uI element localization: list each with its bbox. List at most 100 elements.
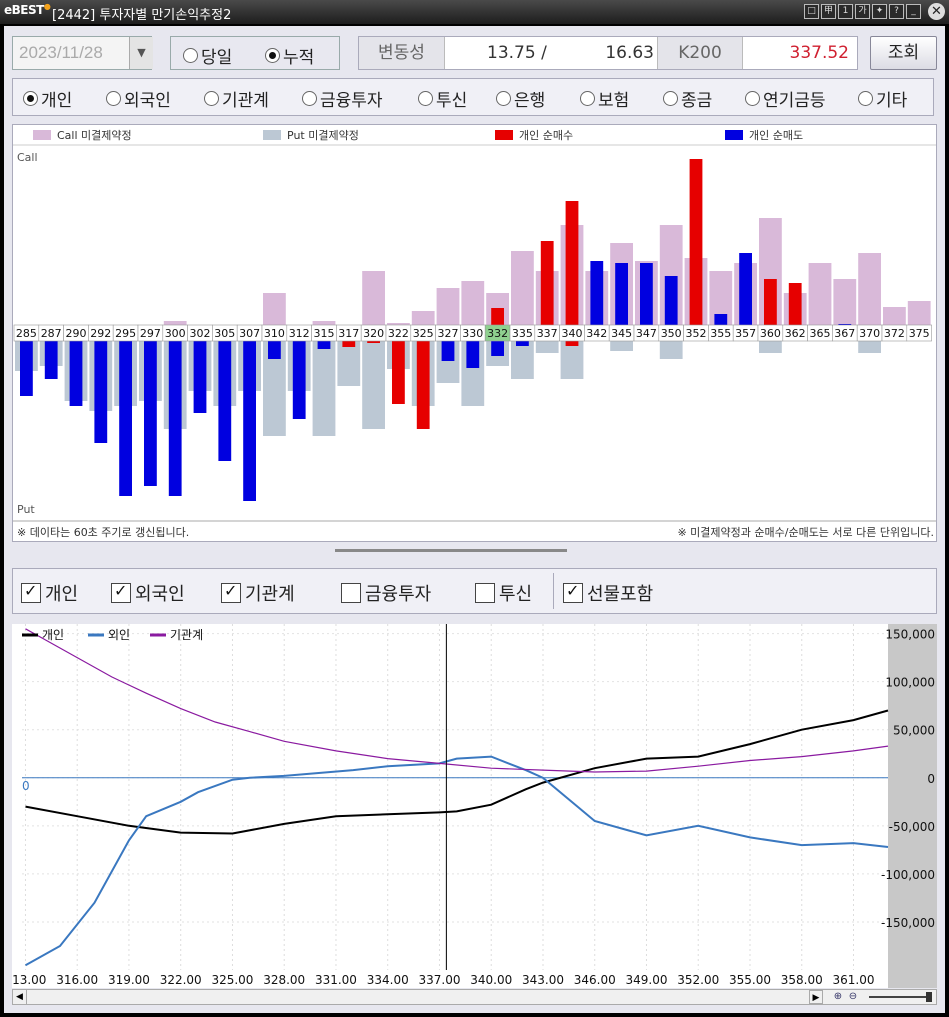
strike-label: 340: [562, 327, 583, 340]
checkbox-icon[interactable]: [21, 581, 41, 603]
window-pin-button[interactable]: 甲: [821, 4, 836, 19]
legend-swatch: [495, 130, 513, 140]
series-line-1: [25, 755, 889, 967]
strike-label: 352: [686, 327, 707, 340]
series-checkbox-4[interactable]: 투신: [475, 580, 532, 606]
investor-label: 은행: [514, 91, 546, 111]
series-checkbox-5[interactable]: 선물포함: [563, 580, 653, 606]
radio-icon[interactable]: [183, 48, 198, 63]
strike-label: 367: [834, 327, 855, 340]
radio-icon[interactable]: [745, 91, 760, 106]
scroll-right-icon[interactable]: ▶: [809, 990, 823, 1004]
series-checkbox-2[interactable]: 기관계: [221, 580, 295, 606]
expiry-pnl-chart-svg: 150,000 100,000 50,000 0 -50,000 -100,000 -150…: [4, 624, 937, 988]
inquiry-button[interactable]: 조회: [870, 36, 937, 70]
strike-label: 330: [462, 327, 483, 340]
series-checkbox-1[interactable]: 외국인: [111, 580, 185, 606]
checkbox-label: 외국인: [135, 584, 185, 605]
individual-put-bar: [168, 341, 182, 496]
investor-label: 보험: [598, 91, 630, 111]
zoom-out-icon[interactable]: ⊖: [846, 990, 860, 1004]
chevron-down-icon[interactable]: ▼: [129, 37, 153, 69]
window-settings-button[interactable]: ✦: [872, 4, 887, 19]
radio-cumulative[interactable]: 누적: [265, 43, 314, 68]
investor-radio-6[interactable]: 보험: [580, 86, 629, 111]
close-icon[interactable]: ✕: [928, 3, 945, 20]
splitter-handle[interactable]: [335, 549, 567, 552]
individual-put-bar: [119, 341, 132, 496]
investor-radio-8[interactable]: 연기금등: [745, 86, 826, 111]
investor-radio-4[interactable]: 투신: [418, 86, 467, 111]
legend-label: 기관계: [170, 628, 203, 642]
call-oi-bar: [858, 253, 881, 333]
legend-swatch: [725, 130, 743, 140]
period-selector: 당일 누적: [170, 36, 340, 70]
radio-icon[interactable]: [496, 91, 511, 106]
logo-text: BEST: [11, 3, 45, 17]
radio-daily[interactable]: 당일: [183, 43, 232, 68]
individual-call-bar: [590, 261, 604, 333]
individual-put-bar: [44, 341, 58, 379]
put-oi-bar: [610, 341, 633, 351]
radio-icon[interactable]: [418, 91, 433, 106]
date-picker[interactable]: 2023/11/28 ▼: [12, 36, 153, 70]
window-help-button[interactable]: ?: [889, 4, 904, 19]
investor-radio-2[interactable]: 기관계: [204, 86, 269, 111]
checkbox-icon[interactable]: [563, 581, 583, 603]
window-minimize-button[interactable]: _: [906, 4, 921, 19]
individual-put-bar: [144, 341, 157, 486]
legend-label: 개인 순매도: [749, 129, 803, 142]
checkbox-icon[interactable]: [111, 581, 131, 603]
radio-icon[interactable]: [580, 91, 595, 106]
strike-label: 350: [661, 327, 682, 340]
window-restore-button[interactable]: □: [804, 4, 819, 19]
radio-icon[interactable]: [265, 48, 280, 63]
checkbox-icon[interactable]: [341, 583, 361, 603]
put-oi-bar: [312, 341, 336, 436]
individual-put-bar: [416, 341, 430, 429]
legend-swatch: [33, 130, 51, 140]
investor-radio-3[interactable]: 금융투자: [302, 86, 383, 111]
window-link-button[interactable]: 1: [838, 4, 853, 19]
investor-radio-1[interactable]: 외국인: [106, 86, 171, 111]
scroll-left-icon[interactable]: ◀: [13, 990, 27, 1004]
radio-icon[interactable]: [858, 91, 873, 106]
radio-icon[interactable]: [204, 91, 219, 106]
series-checkbox-0[interactable]: 개인: [21, 580, 78, 606]
investor-radio-7[interactable]: 종금: [663, 86, 712, 111]
horizontal-scrollbar[interactable]: ◀ ▶ ⊕ ⊖: [12, 989, 937, 1005]
radio-icon[interactable]: [663, 91, 678, 106]
radio-icon[interactable]: [302, 91, 317, 106]
checkbox-label: 선물포함: [587, 584, 654, 605]
zoom-in-icon[interactable]: ⊕: [831, 990, 845, 1004]
strike-label: 325: [413, 327, 434, 340]
date-input[interactable]: 2023/11/28: [19, 43, 103, 63]
x-tick-label: 346.00: [574, 973, 616, 987]
investor-radio-9[interactable]: 기타: [858, 86, 907, 111]
checkbox-icon[interactable]: [475, 583, 495, 603]
individual-put-bar: [317, 341, 331, 349]
investor-radio-0[interactable]: 개인: [23, 86, 72, 111]
y-tick-label: 50,000: [893, 724, 935, 738]
put-oi-bar: [858, 341, 881, 353]
legend-label: 개인: [42, 628, 64, 642]
strike-label: 312: [289, 327, 310, 340]
zoom-slider[interactable]: [869, 996, 931, 998]
call-oi-bar: [511, 251, 534, 333]
strike-label: 297: [140, 327, 161, 340]
call-oi-bar: [808, 263, 832, 333]
open-interest-chart-svg: Call 미결제약정 Put 미결제약정 개인 순매수 개인 순매도 Call Put 28…: [13, 128, 936, 539]
series-checkbox-3[interactable]: 금융투자: [341, 580, 431, 606]
window-font-button[interactable]: 가: [855, 4, 870, 19]
investor-radio-5[interactable]: 은행: [496, 86, 545, 111]
investor-label: 기타: [876, 91, 908, 111]
individual-call-bar: [640, 263, 653, 333]
radio-icon[interactable]: [106, 91, 121, 106]
radio-icon[interactable]: [23, 91, 38, 106]
checkbox-icon[interactable]: [221, 581, 241, 603]
zoom-slider-handle[interactable]: [926, 992, 932, 1002]
put-oi-bar: [362, 341, 385, 429]
x-tick-label: 313.00: [12, 973, 46, 987]
individual-put-bar: [218, 341, 232, 461]
individual-put-bar: [292, 341, 306, 419]
